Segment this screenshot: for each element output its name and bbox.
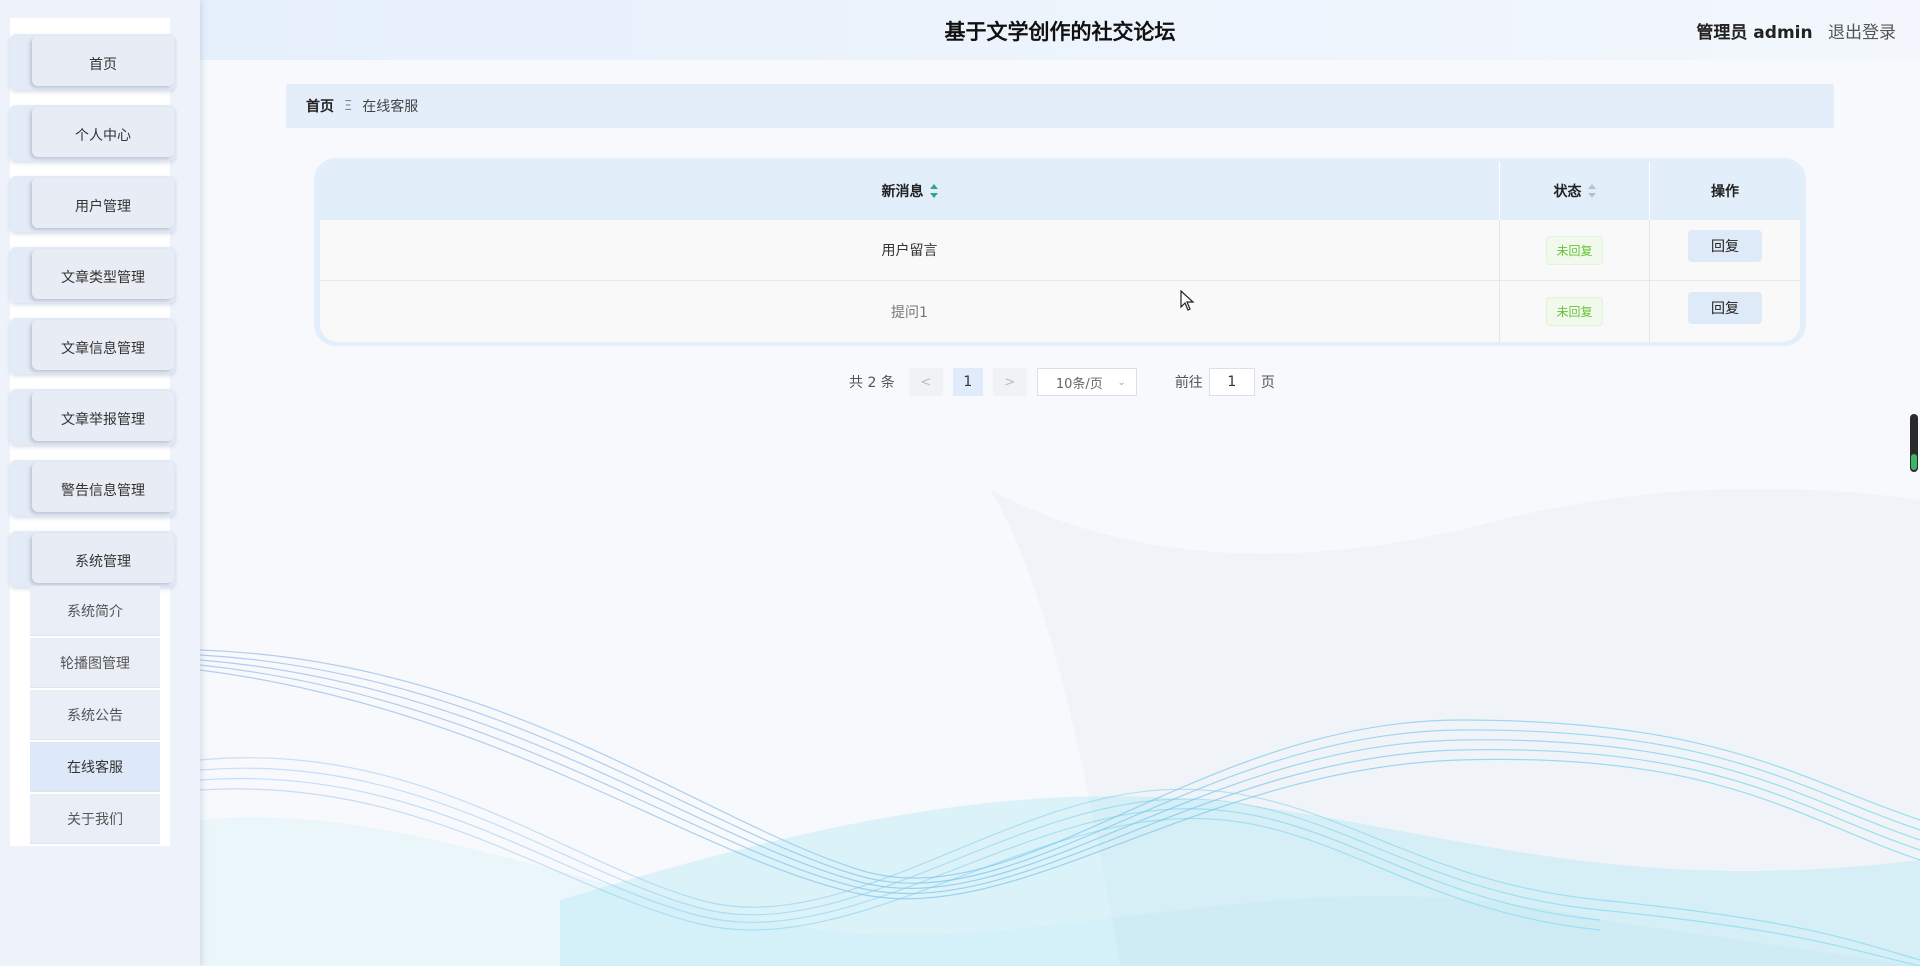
action-cell: 回复 bbox=[1650, 220, 1800, 280]
mouse-cursor-icon bbox=[1180, 290, 1195, 311]
menu-item-label: 个人中心 bbox=[32, 107, 174, 157]
prev-page-button[interactable]: < bbox=[908, 368, 943, 396]
message-cell: 用户留言 bbox=[320, 220, 1500, 280]
site-title: 基于文学创作的社交论坛 bbox=[944, 20, 1176, 44]
status-badge: 未回复 bbox=[1546, 235, 1603, 265]
page-size-value: 10条/页 bbox=[1055, 376, 1103, 392]
menu-item-label: 文章类型管理 bbox=[32, 249, 174, 299]
logout-link[interactable]: 退出登录 bbox=[1828, 23, 1896, 43]
pagination-total: 共 2 条 bbox=[849, 375, 895, 391]
submenu-item-system-announcement[interactable]: 系统公告 bbox=[30, 690, 160, 740]
column-header-label: 新消息 bbox=[881, 184, 924, 200]
breadcrumb-current: 在线客服 bbox=[362, 99, 419, 115]
menu-item-personal-center[interactable]: 个人中心 bbox=[10, 105, 175, 161]
column-header-label: 操作 bbox=[1711, 184, 1739, 200]
menu-item-home[interactable]: 首页 bbox=[10, 34, 175, 90]
status-cell: 未回复 bbox=[1500, 281, 1650, 342]
scrollbar-thumb[interactable] bbox=[1911, 454, 1917, 470]
pagination: 共 2 条 < 1 > 10条/页 ⌄ 前往 1 页 bbox=[849, 368, 1275, 396]
menu-item-system-management[interactable]: 系统管理 bbox=[10, 531, 175, 587]
sidebar: 首页 个人中心 用户管理 文章类型管理 文章信息管理 文章举报管理 警告信息管理… bbox=[0, 0, 200, 966]
page-number-button[interactable]: 1 bbox=[952, 368, 983, 396]
status-cell: 未回复 bbox=[1500, 220, 1650, 280]
action-cell: 回复 bbox=[1650, 281, 1800, 342]
menu-item-article-type-management[interactable]: 文章类型管理 bbox=[10, 247, 175, 303]
scrollbar[interactable] bbox=[1910, 414, 1918, 472]
menu-item-label: 用户管理 bbox=[32, 178, 174, 228]
menu-item-warning-management[interactable]: 警告信息管理 bbox=[10, 460, 175, 516]
column-header-new-message[interactable]: 新消息 bbox=[320, 162, 1500, 220]
column-header-action: 操作 bbox=[1650, 162, 1800, 220]
menu-item-label: 警告信息管理 bbox=[32, 462, 174, 512]
table-header: 新消息 状态 操作 bbox=[320, 162, 1800, 220]
chevron-down-icon: ⌄ bbox=[1117, 376, 1126, 388]
menu-item-label: 首页 bbox=[32, 36, 174, 86]
breadcrumb-home[interactable]: 首页 bbox=[306, 96, 334, 116]
breadcrumb-separator-icon: Ξ bbox=[344, 98, 353, 114]
status-badge: 未回复 bbox=[1546, 297, 1603, 326]
reply-button[interactable]: 回复 bbox=[1688, 230, 1762, 262]
next-page-button[interactable]: > bbox=[992, 368, 1027, 396]
menu-item-label: 文章信息管理 bbox=[32, 320, 174, 370]
breadcrumb: 首页 Ξ 在线客服 bbox=[286, 84, 1834, 128]
menu-item-article-report-management[interactable]: 文章举报管理 bbox=[10, 389, 175, 445]
table-row: 用户留言 未回复 回复 bbox=[320, 220, 1800, 281]
table-row: 提问1 未回复 回复 bbox=[320, 281, 1800, 342]
menu-item-article-info-management[interactable]: 文章信息管理 bbox=[10, 318, 175, 374]
background-waves bbox=[199, 488, 1920, 966]
submenu-item-carousel-management[interactable]: 轮播图管理 bbox=[30, 638, 160, 688]
submenu-item-system-intro[interactable]: 系统简介 bbox=[30, 586, 160, 636]
admin-label: 管理员 admin bbox=[1696, 23, 1813, 43]
messages-table-card: 新消息 状态 操作 用户留言 未回复 回复 提问1 未回复 回复 bbox=[314, 158, 1806, 346]
menu-item-label: 文章举报管理 bbox=[32, 391, 174, 441]
column-header-status[interactable]: 状态 bbox=[1500, 162, 1650, 220]
submenu-item-online-service[interactable]: 在线客服 bbox=[30, 742, 160, 792]
submenu-item-about-us[interactable]: 关于我们 bbox=[30, 794, 160, 844]
user-area: 管理员 admin 退出登录 bbox=[1696, 18, 1896, 43]
reply-button[interactable]: 回复 bbox=[1688, 291, 1762, 324]
sort-icon[interactable] bbox=[1587, 184, 1596, 198]
goto-label: 前往 bbox=[1174, 375, 1203, 391]
sort-icon[interactable] bbox=[929, 184, 938, 198]
messages-table: 新消息 状态 操作 用户留言 未回复 回复 提问1 未回复 回复 bbox=[320, 162, 1800, 342]
page-suffix-label: 页 bbox=[1260, 375, 1275, 391]
column-header-label: 状态 bbox=[1553, 184, 1582, 200]
menu-item-label: 系统管理 bbox=[32, 533, 174, 583]
top-header: 基于文学创作的社交论坛 管理员 admin 退出登录 bbox=[200, 0, 1920, 60]
page-size-select[interactable]: 10条/页 ⌄ bbox=[1036, 368, 1137, 396]
goto-page-input[interactable]: 1 bbox=[1208, 368, 1255, 396]
menu-item-user-management[interactable]: 用户管理 bbox=[10, 176, 175, 232]
message-cell: 提问1 bbox=[320, 281, 1500, 342]
